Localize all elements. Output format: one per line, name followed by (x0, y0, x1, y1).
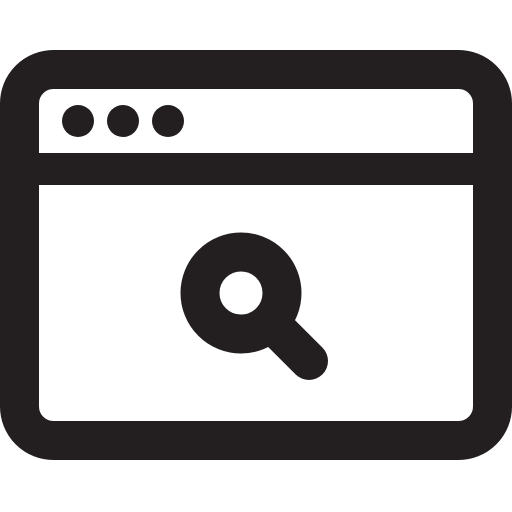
window-dot-2 (107, 105, 139, 137)
window-dot-1 (62, 105, 94, 137)
icon-canvas (0, 0, 512, 512)
browser-title-bar-divider (38, 153, 474, 185)
magnifier-search-icon (180, 232, 328, 380)
browser-search-icon (0, 50, 512, 460)
browser-title-bar (62, 105, 184, 137)
window-dot-3 (152, 105, 184, 137)
magnifier-handle (257, 309, 328, 380)
